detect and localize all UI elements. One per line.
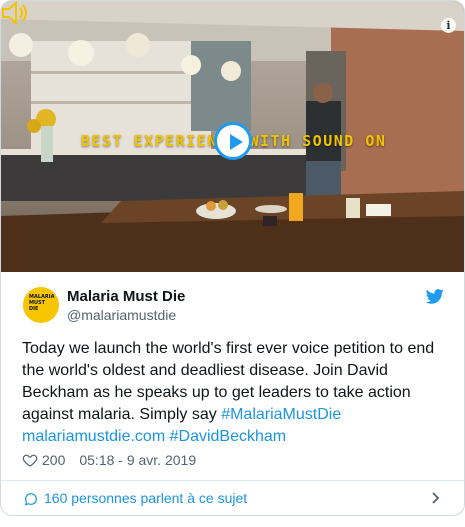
embedded-tweet-card: i BEST EXPERIENCE WITH SOUND ON MALARIA … [0, 0, 465, 516]
like-count[interactable]: 200 [42, 452, 65, 468]
user-handle[interactable]: @malariamustdie [67, 307, 176, 323]
reply-icon [24, 493, 37, 506]
display-name[interactable]: Malaria Must Die [67, 288, 185, 305]
conversation-label: 160 personnes parlent à ce sujet [44, 490, 248, 506]
hashtag-davidbeckham[interactable]: #DavidBeckham [170, 428, 287, 445]
hashtag-malariamustdie[interactable]: #MalariaMustDie [221, 406, 341, 423]
conversation-link[interactable]: 160 personnes parlent à ce sujet [1, 481, 464, 515]
play-button[interactable] [214, 122, 252, 160]
timestamp[interactable]: 05:18 - 9 avr. 2019 [79, 452, 196, 468]
tweet-meta: 200 05:18 - 9 avr. 2019 [22, 451, 196, 469]
tweet-text: Today we launch the world's first ever v… [22, 338, 447, 448]
website-link[interactable]: malariamustdie.com [22, 428, 165, 445]
video-player[interactable]: i BEST EXPERIENCE WITH SOUND ON [1, 1, 464, 272]
info-icon[interactable]: i [441, 18, 456, 33]
avatar[interactable]: MALARIA MUST DIE [23, 287, 59, 323]
chevron-right-icon [432, 492, 440, 504]
play-icon [230, 134, 243, 150]
twitter-bird-icon[interactable] [426, 289, 444, 304]
speaker-icon [2, 1, 27, 25]
heart-icon[interactable] [22, 452, 38, 468]
avatar-logo-text: MALARIA MUST DIE [29, 294, 55, 312]
